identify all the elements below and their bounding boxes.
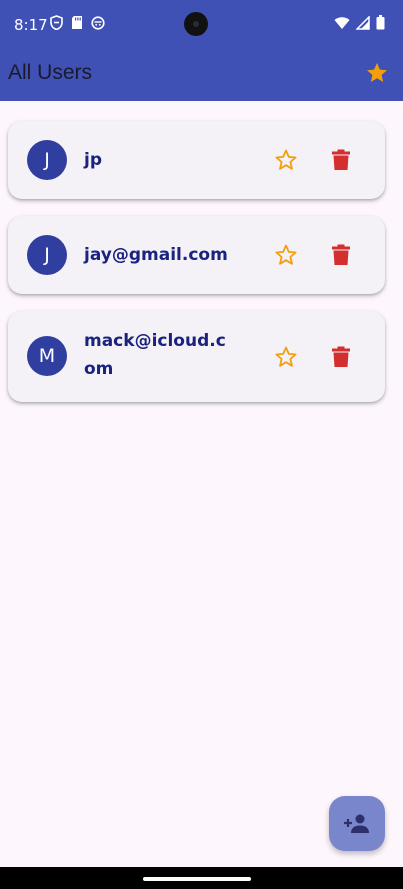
avatar: J: [27, 235, 67, 275]
sd-card-icon: [72, 16, 82, 29]
navigation-bar: [0, 867, 403, 889]
status-bar: 8:17: [0, 0, 403, 50]
user-card[interactable]: J jp: [8, 121, 385, 199]
wifi-icon: [334, 16, 350, 29]
battery-icon: [376, 15, 385, 30]
app-screen: 8:17 All Users J jp J jay@gmail.com M ma…: [0, 0, 403, 889]
star-outline-icon: [275, 149, 297, 170]
user-card[interactable]: M mack@icloud.com: [8, 311, 385, 402]
star-filled-icon[interactable]: [365, 61, 389, 85]
star-outline-icon: [275, 346, 297, 367]
avatar: J: [27, 140, 67, 180]
delete-button[interactable]: [328, 147, 354, 173]
system-icons: [334, 15, 385, 30]
status-time: 8:17: [14, 16, 48, 34]
add-user-button[interactable]: [329, 796, 385, 851]
delete-button[interactable]: [328, 344, 354, 370]
home-gesture-handle[interactable]: [143, 877, 251, 881]
favorite-button[interactable]: [273, 147, 299, 173]
trash-icon: [332, 149, 350, 170]
user-email: jay@gmail.com: [84, 245, 228, 265]
delete-button[interactable]: [328, 242, 354, 268]
user-email: jp: [84, 150, 102, 170]
app-bar: All Users: [0, 50, 403, 101]
favorite-button[interactable]: [273, 344, 299, 370]
star-outline-icon: [275, 244, 297, 265]
favorite-button[interactable]: [273, 242, 299, 268]
trash-icon: [332, 346, 350, 367]
app-status-icon: [91, 15, 105, 30]
user-card[interactable]: J jay@gmail.com: [8, 216, 385, 294]
notification-icons: [50, 15, 105, 30]
user-list: J jp J jay@gmail.com M mack@icloud.com: [8, 121, 385, 419]
shield-icon: [50, 15, 63, 30]
camera-cutout: [184, 12, 208, 36]
page-title: All Users: [8, 61, 93, 84]
avatar: M: [27, 336, 67, 376]
person-add-icon: [344, 814, 369, 833]
trash-icon: [332, 244, 350, 265]
cell-signal-icon: [356, 15, 370, 30]
user-email: mack@icloud.com: [84, 331, 226, 379]
